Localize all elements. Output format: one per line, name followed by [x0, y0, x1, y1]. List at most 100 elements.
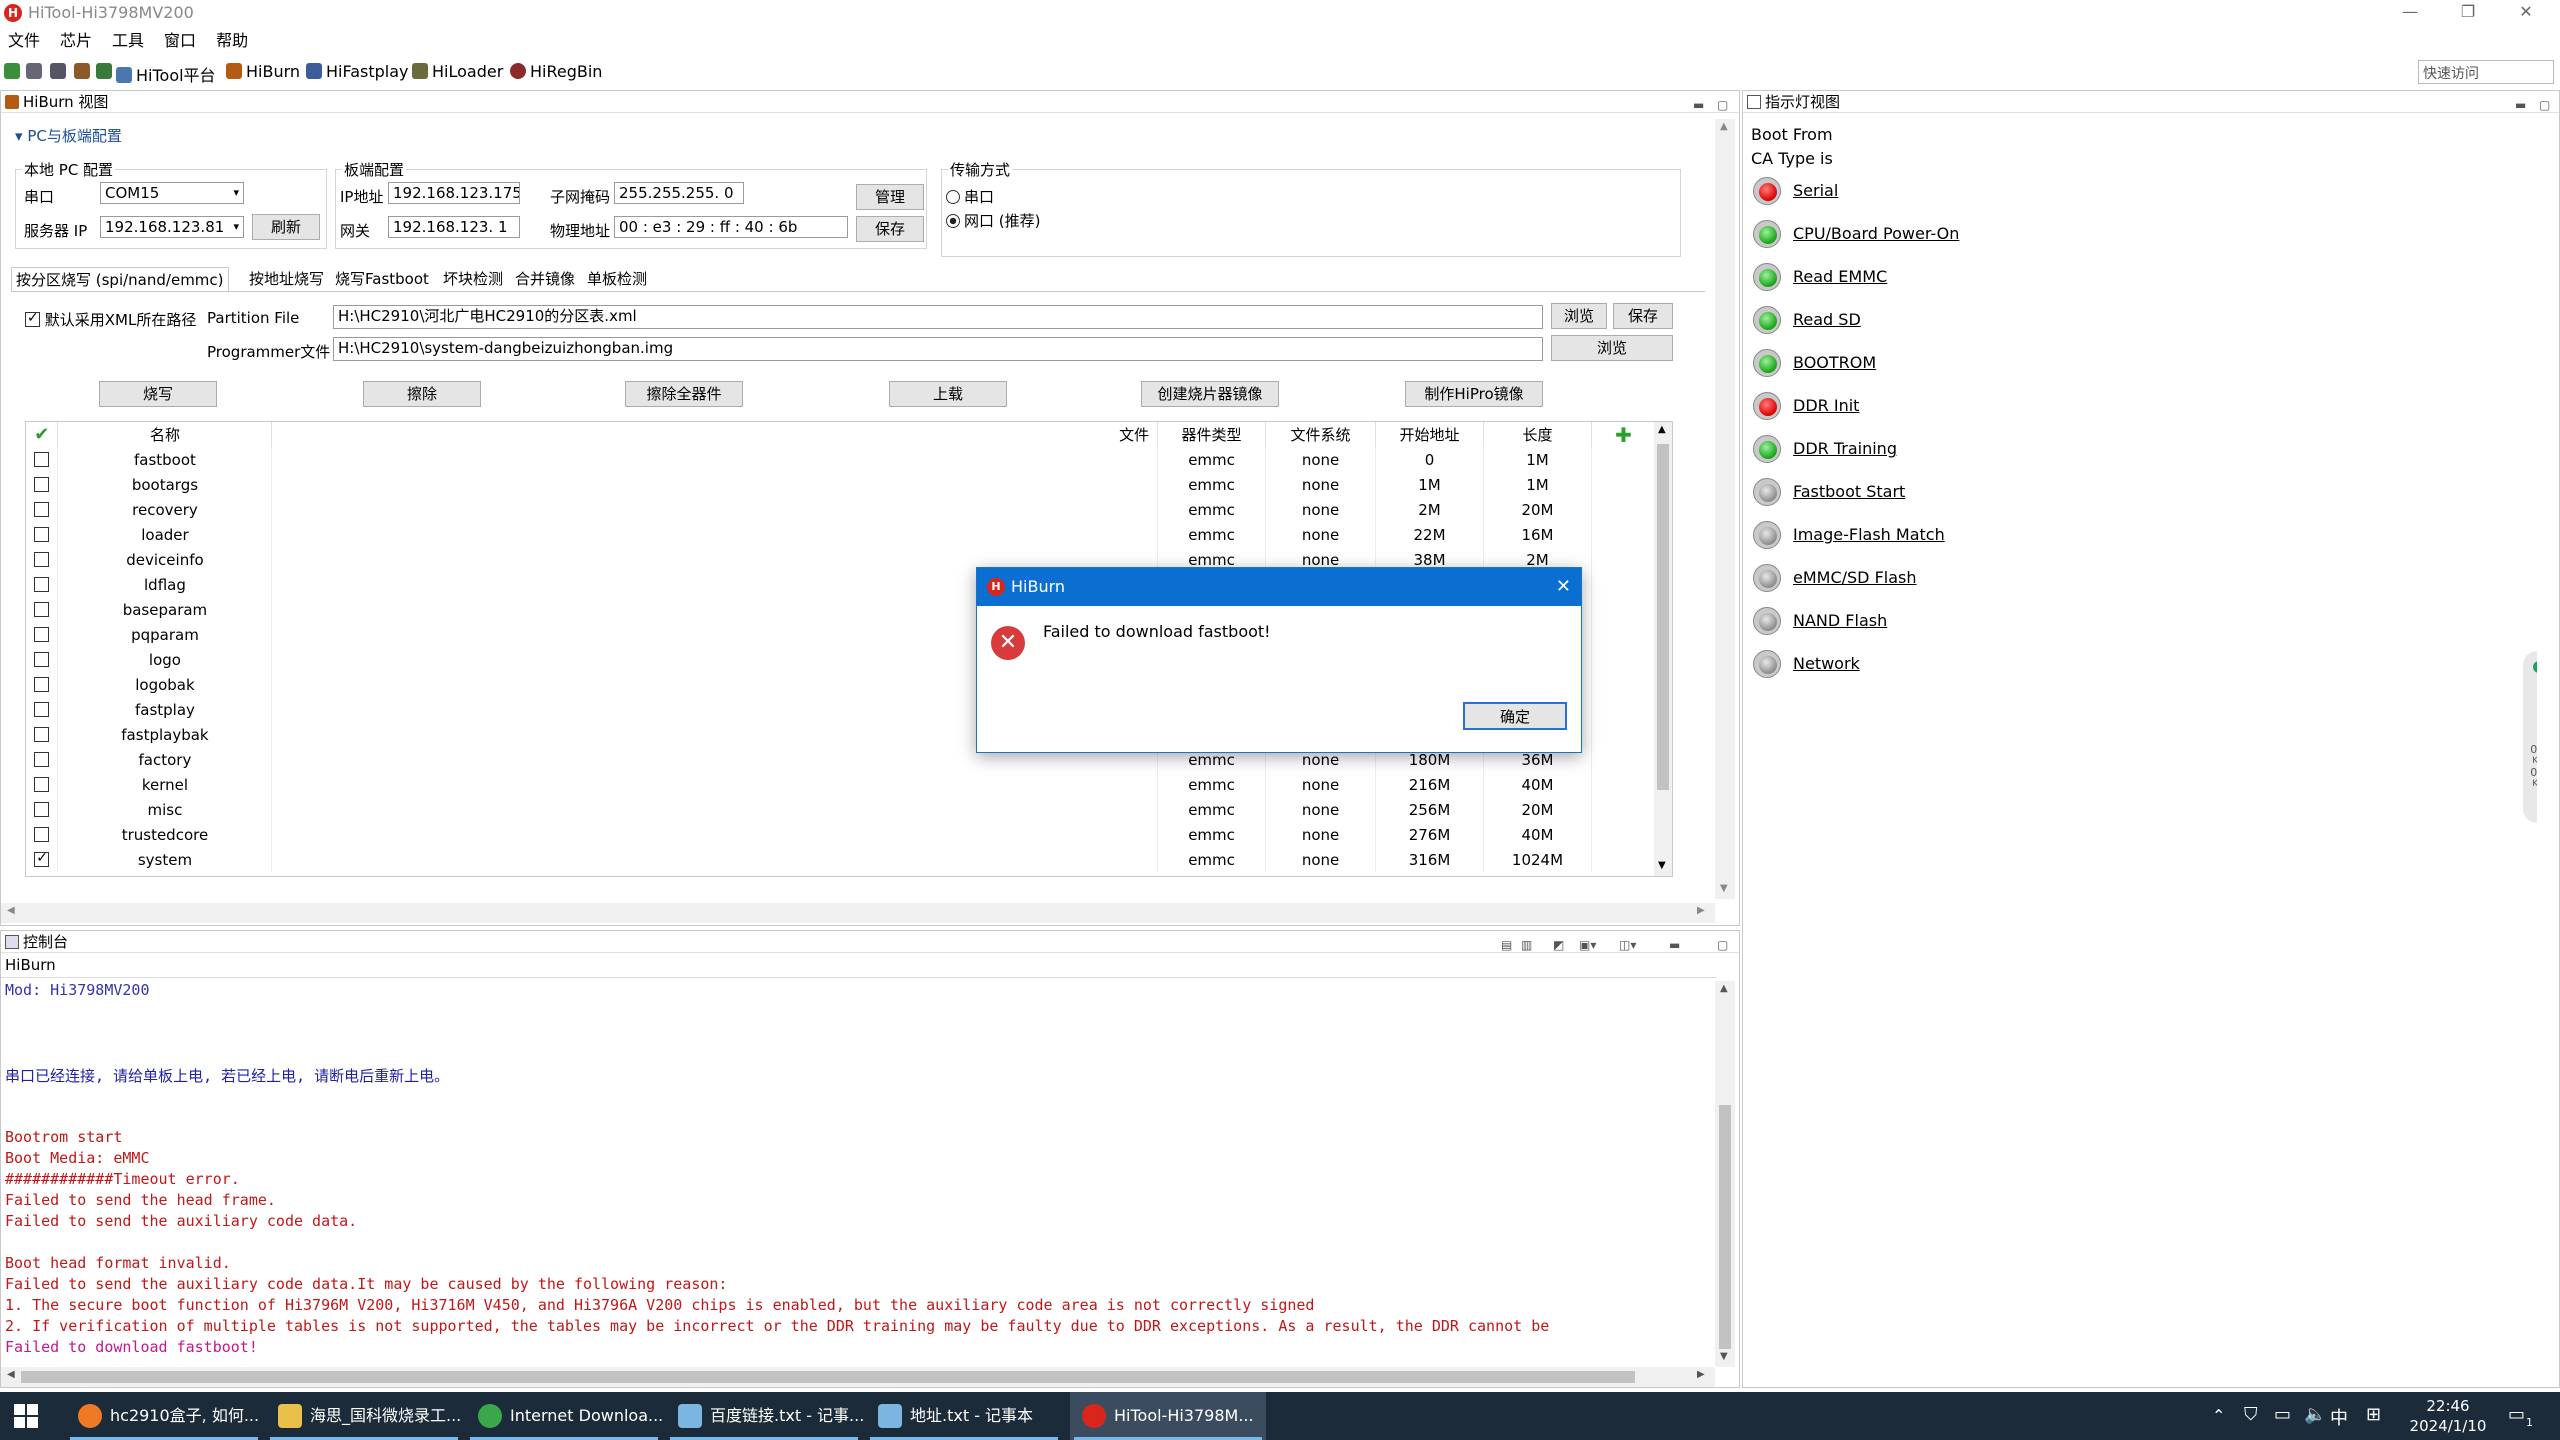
erase-button[interactable]: 擦除	[363, 381, 481, 407]
table-row[interactable]: bootargs emmc none 1M 1M	[26, 472, 1656, 497]
ime-indicator[interactable]: 中	[2330, 1404, 2348, 1430]
network-icon[interactable]: ▭	[2274, 1404, 2291, 1425]
serial-port-select[interactable]: COM15 ▾	[100, 182, 244, 204]
console-hscroll-thumb[interactable]	[21, 1371, 1635, 1383]
row-checkbox[interactable]	[26, 572, 59, 597]
row-checkbox[interactable]	[26, 497, 59, 522]
taskbar-item-notepad-baidu[interactable]: 百度链接.txt - 记事...	[666, 1392, 864, 1440]
subnet-input[interactable]: 255.255.255. 0	[614, 182, 744, 204]
manage-button[interactable]: 管理	[856, 184, 924, 210]
hiburn-button[interactable]: HiBurn	[226, 62, 300, 81]
table-row[interactable]: system emmcnone316M1024M	[26, 847, 1656, 872]
menu-file[interactable]: 文件	[8, 28, 40, 54]
burn-button[interactable]: 烧写	[99, 381, 217, 407]
taskbar-item-hitool[interactable]: HiTool-Hi3798M...	[1070, 1392, 1266, 1440]
restore-button[interactable]: ❐	[2448, 2, 2488, 24]
tool-icon-2[interactable]	[26, 62, 46, 81]
console-maximize-icon[interactable]: ▢	[1717, 934, 1728, 956]
quick-access-input[interactable]: 快速访问	[2418, 60, 2554, 84]
pin-console-icon[interactable]: ◩	[1553, 934, 1564, 956]
indicator-scrollbar[interactable]	[2537, 121, 2557, 1351]
clear-console-icon[interactable]: ▤	[1501, 934, 1512, 956]
refresh-button[interactable]: 刷新	[252, 214, 320, 240]
indicator-label[interactable]: Fastboot Start	[1793, 482, 1905, 501]
menu-window[interactable]: 窗口	[164, 28, 196, 54]
scroll-down-icon[interactable]: ▼	[1720, 1351, 1728, 1362]
panel-minimize-icon[interactable]: ▬	[2515, 94, 2526, 116]
upload-button[interactable]: 上载	[889, 381, 1007, 407]
indicator-label[interactable]: Serial	[1793, 181, 1838, 200]
panel-maximize-icon[interactable]: ▢	[2539, 94, 2550, 116]
indicator-label[interactable]: CPU/Board Power-On	[1793, 224, 1959, 243]
menu-tools[interactable]: 工具	[112, 28, 144, 54]
scroll-left-icon[interactable]: ◀	[7, 1369, 15, 1380]
indicator-label[interactable]: NAND Flash	[1793, 611, 1887, 630]
volume-icon[interactable]: 🔈	[2304, 1404, 2326, 1425]
indicator-label[interactable]: BOOTROM	[1793, 353, 1876, 372]
minimize-button[interactable]: —	[2390, 2, 2430, 24]
security-shield-icon[interactable]: ⛉	[2244, 1404, 2258, 1425]
tab-fastboot-burn[interactable]: 烧写Fastboot	[331, 267, 433, 291]
table-scrollbar-thumb[interactable]	[1657, 444, 1669, 790]
dialog-ok-button[interactable]: 确定	[1463, 702, 1567, 730]
taskbar-item-folder[interactable]: 海思_国科微烧录工...	[266, 1392, 462, 1440]
scroll-right-icon[interactable]: ▶	[1697, 1369, 1705, 1380]
tray-chevron-icon[interactable]: ⌃	[2212, 1406, 2225, 1425]
indicator-label[interactable]: Image-Flash Match	[1793, 525, 1945, 544]
tab-merge-image[interactable]: 合并镜像	[511, 267, 579, 291]
board-save-button[interactable]: 保存	[856, 216, 924, 242]
section-header[interactable]: ▾ PC与板端配置	[15, 125, 122, 146]
indicator-label[interactable]: eMMC/SD Flash	[1793, 568, 1917, 587]
tool-icon-5[interactable]	[96, 62, 116, 81]
scroll-up-icon[interactable]: ▲	[1658, 424, 1666, 435]
scroll-right-icon[interactable]: ▶	[1697, 905, 1705, 916]
console-minimize-icon[interactable]: ▬	[1669, 934, 1680, 956]
table-row[interactable]: recovery emmc none 2M 20M	[26, 497, 1656, 522]
table-row[interactable]: kernel emmc none 216M 40M	[26, 772, 1656, 797]
tool-icon-3[interactable]	[50, 62, 70, 81]
partition-save-button[interactable]: 保存	[1613, 303, 1673, 329]
mac-address-input[interactable]: 00 : e3 : 29 : ff : 40 : 6b	[614, 216, 848, 238]
partition-file-input[interactable]: H:\HC2910\河北广电HC2910的分区表.xml	[333, 305, 1543, 329]
server-ip-select[interactable]: 192.168.123.81 ▾	[100, 216, 244, 238]
network-radio[interactable]: 网口 (推荐)	[946, 210, 1040, 231]
scroll-down-icon[interactable]: ▼	[1720, 883, 1728, 894]
row-checkbox[interactable]	[26, 822, 59, 847]
notification-icon[interactable]: ▭	[2508, 1404, 2525, 1425]
row-checkbox[interactable]	[26, 522, 59, 547]
gateway-input[interactable]: 192.168.123. 1	[388, 216, 520, 238]
open-console-icon[interactable]: ◫▾	[1619, 934, 1636, 956]
scroll-down-icon[interactable]: ▼	[1658, 860, 1666, 871]
programmer-browse-button[interactable]: 浏览	[1551, 335, 1673, 361]
indicator-label[interactable]: DDR Training	[1793, 439, 1897, 458]
row-checkbox[interactable]	[26, 597, 59, 622]
serial-radio[interactable]: 串口	[946, 186, 994, 207]
row-checkbox[interactable]	[26, 547, 59, 572]
table-row[interactable]: trustedcore emmc none 276M 40M	[26, 822, 1656, 847]
tool-icon-1[interactable]	[4, 62, 24, 81]
hiloader-button[interactable]: HiLoader	[412, 62, 503, 81]
row-checkbox[interactable]	[26, 622, 59, 647]
panel-maximize-icon[interactable]: ▢	[1717, 94, 1728, 116]
row-checkbox[interactable]	[26, 772, 59, 797]
hiburn-view-hscroll[interactable]: ◀ ▶	[1, 903, 1715, 923]
dialog-close-icon[interactable]: ✕	[1556, 568, 1571, 606]
tab-address-burn[interactable]: 按地址烧写	[245, 267, 328, 291]
taskbar-item-notepad-address[interactable]: 地址.txt - 记事本	[866, 1392, 1062, 1440]
indicator-label[interactable]: Network	[1793, 654, 1860, 673]
indicator-label[interactable]: Read EMMC	[1793, 267, 1887, 286]
tool-icon-4[interactable]	[74, 62, 94, 81]
row-checkbox[interactable]	[26, 647, 59, 672]
row-checkbox[interactable]	[26, 697, 59, 722]
windows-start-icon[interactable]	[14, 1404, 38, 1428]
hifastplay-button[interactable]: HiFastplay	[306, 62, 409, 81]
row-checkbox[interactable]	[26, 797, 59, 822]
menu-chip[interactable]: 芯片	[60, 28, 92, 54]
programmer-file-input[interactable]: H:\HC2910\system-dangbeizuizhongban.img	[333, 337, 1543, 361]
table-row[interactable]: loader emmc none 22M 16M	[26, 522, 1656, 547]
scroll-left-icon[interactable]: ◀	[7, 905, 15, 916]
hiregbin-button[interactable]: HiRegBin	[510, 62, 602, 81]
hiburn-view-scrollbar[interactable]: ▲ ▼	[1715, 119, 1735, 899]
scroll-lock-icon[interactable]: ▥	[1521, 934, 1532, 956]
add-row-icon[interactable]: ✚	[1591, 422, 1657, 447]
